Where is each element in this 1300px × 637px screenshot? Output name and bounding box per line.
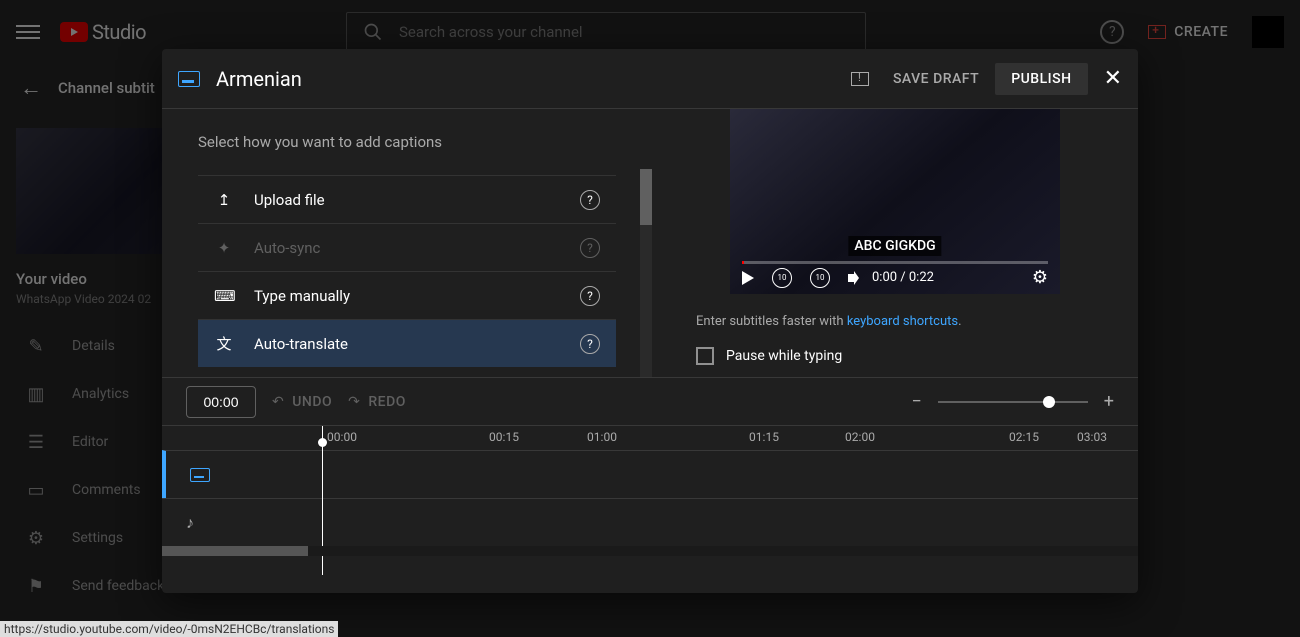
video-preview[interactable]: ABC GIGKDG 10 10 0:00 / 0:22 ⚙ <box>730 109 1060 294</box>
help-icon[interactable]: ? <box>580 286 600 306</box>
time-input[interactable] <box>186 386 256 418</box>
play-icon[interactable] <box>742 271 754 285</box>
report-icon[interactable] <box>851 72 869 86</box>
rewind-10-icon[interactable]: 10 <box>772 268 792 288</box>
zoom-in-icon[interactable]: + <box>1104 391 1114 412</box>
video-time: 0:00 / 0:22 <box>872 270 934 285</box>
forward-10-icon[interactable]: 10 <box>810 268 830 288</box>
keyboard-shortcuts-link[interactable]: keyboard shortcuts <box>847 314 958 329</box>
help-icon[interactable]: ? <box>580 334 600 354</box>
cc-track-icon <box>190 468 210 482</box>
scrollbar[interactable] <box>640 169 652 377</box>
music-note-icon: ♪ <box>186 513 194 533</box>
status-bar-url: https://studio.youtube.com/video/-0msN2E… <box>0 621 338 637</box>
translate-icon: 文 <box>214 333 234 354</box>
cc-icon <box>178 71 200 87</box>
modal-title: Armenian <box>216 67 302 91</box>
timeline-ruler[interactable]: 00:00 00:15 01:00 01:15 02:00 02:15 03:0… <box>162 426 1138 450</box>
zoom-slider[interactable] <box>938 401 1088 403</box>
option-upload-file[interactable]: ↥ Upload file ? <box>198 175 616 223</box>
option-auto-sync: ✦ Auto-sync ? <box>198 223 616 271</box>
publish-button[interactable]: PUBLISH <box>995 63 1087 95</box>
option-type-manually[interactable]: ⌨ Type manually ? <box>198 271 616 319</box>
upload-icon: ↥ <box>214 191 234 209</box>
settings-icon[interactable]: ⚙ <box>1032 267 1048 288</box>
volume-icon[interactable] <box>848 274 854 282</box>
audio-track[interactable]: ♪ <box>162 498 1138 546</box>
undo-button[interactable]: ↶ UNDO <box>272 394 332 410</box>
caption-track[interactable] <box>162 450 1138 498</box>
zoom-out-icon[interactable]: − <box>911 391 921 412</box>
help-icon[interactable]: ? <box>580 238 600 258</box>
help-icon[interactable]: ? <box>580 190 600 210</box>
subtitle-editor-modal: Armenian SAVE DRAFT PUBLISH ✕ Select how… <box>162 49 1138 593</box>
keyboard-icon: ⌨ <box>214 287 234 305</box>
redo-button[interactable]: ↷ REDO <box>348 394 406 410</box>
sparkle-icon: ✦ <box>214 239 234 257</box>
caption-overlay: ABC GIGKDG <box>848 236 941 256</box>
save-draft-button[interactable]: SAVE DRAFT <box>893 71 979 87</box>
caption-method-intro: Select how you want to add captions <box>198 133 616 151</box>
progress-bar[interactable] <box>742 261 1048 264</box>
option-auto-translate[interactable]: 文 Auto-translate ? <box>198 319 616 367</box>
keyboard-hint: Enter subtitles faster with keyboard sho… <box>696 314 962 329</box>
timeline[interactable]: 00:00 00:15 01:00 01:15 02:00 02:15 03:0… <box>162 425 1138 575</box>
close-icon[interactable]: ✕ <box>1104 66 1122 91</box>
pause-while-typing-checkbox[interactable] <box>696 347 714 365</box>
pause-while-typing-label: Pause while typing <box>726 348 842 364</box>
horizontal-scrollbar[interactable] <box>162 546 1138 556</box>
